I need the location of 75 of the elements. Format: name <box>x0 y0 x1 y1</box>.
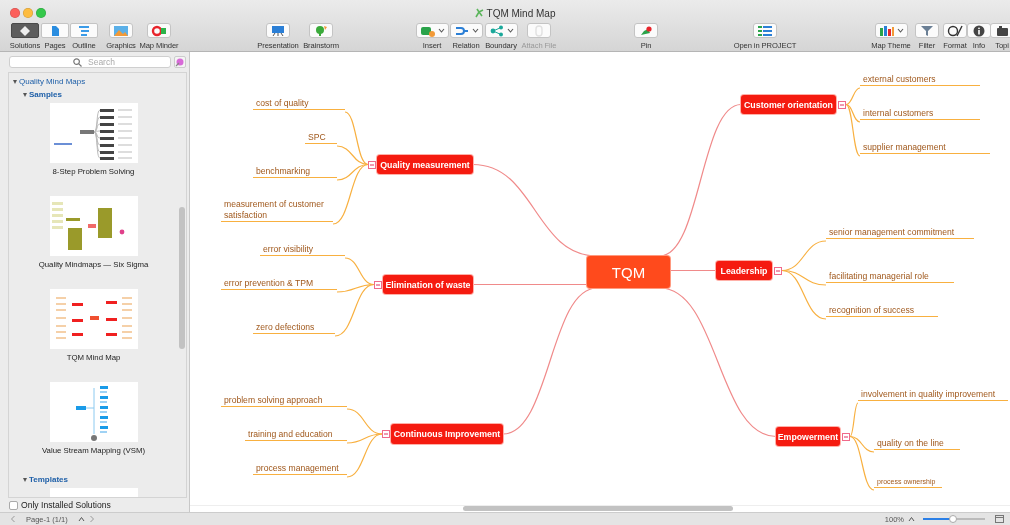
subtopic[interactable]: facilitating managerial role <box>826 270 954 284</box>
filter-icon <box>919 24 935 37</box>
tree-group[interactable]: Quality Mind Maps <box>9 75 86 88</box>
bulb-icon <box>313 24 329 37</box>
box-icon <box>994 24 1010 37</box>
screen-icon <box>270 24 286 37</box>
collapse-toggle[interactable] <box>842 432 850 441</box>
scrollbar-thumb[interactable] <box>463 506 733 512</box>
subtopic[interactable]: external customers <box>860 73 980 87</box>
checkbox-label: Only Installed Solutions <box>21 500 111 510</box>
zoom-button[interactable] <box>36 8 46 18</box>
collapse-toggle[interactable] <box>774 266 782 275</box>
subtopic[interactable]: problem solving approach <box>221 394 347 408</box>
caret-icon <box>437 28 445 33</box>
search-icon <box>73 57 82 67</box>
subtopic[interactable]: involvement in quality improvement <box>858 388 1008 402</box>
main-topic[interactable]: Quality measurement <box>377 155 473 174</box>
thumbnail-drawing[interactable] <box>49 196 138 256</box>
caret-icon[interactable] <box>908 516 915 522</box>
subtopic[interactable]: supplier management <box>860 141 990 155</box>
main-topic[interactable]: Empowerment <box>776 427 840 446</box>
tree-section[interactable]: Samples <box>9 88 62 101</box>
plus-icon <box>419 24 436 37</box>
close-button[interactable] <box>10 8 20 18</box>
subtopic[interactable]: error prevention & TPM <box>221 277 337 291</box>
list-icon <box>757 24 773 37</box>
caret-icon <box>471 28 479 33</box>
thumbnail-drawing[interactable] <box>49 382 138 442</box>
central-topic[interactable]: TQM <box>587 256 670 288</box>
caret-icon <box>896 28 904 33</box>
scrollbar-thumb[interactable] <box>179 207 185 349</box>
subtopic[interactable]: recognition of success <box>826 304 938 318</box>
subtopic[interactable]: measurement of customer satisfaction <box>221 199 333 223</box>
subtopic[interactable]: process management <box>253 462 347 476</box>
main-topic[interactable]: Continuous Improvement <box>391 424 503 444</box>
collapse-toggle[interactable] <box>374 280 382 289</box>
sparkle-icon <box>175 57 185 67</box>
pin-icon <box>638 24 654 37</box>
collapse-toggle[interactable] <box>382 430 390 438</box>
tree-section[interactable]: Templates <box>9 473 68 486</box>
subtopic[interactable]: senior management commitment <box>826 226 974 240</box>
subtopic[interactable]: benchmarking <box>253 165 337 179</box>
fit-icon[interactable] <box>995 515 1004 523</box>
leaf-icon <box>474 8 484 18</box>
collapse-toggle[interactable] <box>838 100 846 109</box>
minimize-button[interactable] <box>23 8 33 18</box>
thumbnail-drawing[interactable] <box>49 289 138 349</box>
window-title: TQM Mind Map <box>486 7 556 19</box>
bars-icon <box>878 24 895 37</box>
checkbox[interactable] <box>9 500 18 510</box>
subtopic[interactable]: cost of quality <box>253 97 345 111</box>
solution-browser-button[interactable] <box>174 56 186 68</box>
caret-icon[interactable] <box>77 516 85 522</box>
main-topic[interactable]: Elimination of waste <box>383 275 473 294</box>
brush-icon <box>947 24 963 37</box>
subtopic[interactable]: internal customers <box>860 107 980 121</box>
subtopic[interactable]: error visibility <box>260 243 345 257</box>
link-icon <box>453 24 470 37</box>
search-field[interactable]: Search <box>9 56 171 68</box>
subtopic[interactable]: SPC <box>305 131 337 145</box>
subtopic[interactable]: quality on the line <box>874 437 960 451</box>
ring-icon <box>151 24 167 37</box>
main-topic[interactable]: Leadership <box>716 261 772 280</box>
thumbnail-drawing[interactable] <box>49 103 138 163</box>
subtopic[interactable]: zero defections <box>253 321 335 335</box>
branch-icon <box>488 24 505 37</box>
slider-thumb[interactable] <box>948 515 957 523</box>
subtopic[interactable]: training and education <box>245 428 347 442</box>
main-topic[interactable]: Customer orientation <box>741 95 836 114</box>
collapse-toggle[interactable] <box>368 160 376 169</box>
picture-icon <box>113 24 129 37</box>
list-icon <box>76 24 92 37</box>
info-icon <box>971 24 987 37</box>
connector-line <box>669 269 717 272</box>
caret-icon <box>506 28 514 33</box>
